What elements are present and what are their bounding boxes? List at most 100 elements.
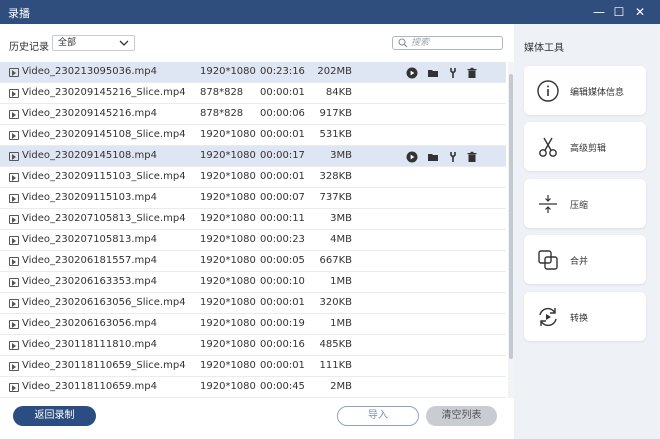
file-size: 111KB <box>319 360 352 371</box>
file-size: 3MB <box>330 213 352 224</box>
table-row[interactable]: Video_230207105813.mp4 1920*1080 00:00:23 4… <box>0 230 506 251</box>
tool-card-convert[interactable]: 转换 <box>524 292 646 341</box>
file-name: Video_230206163353.mp4 <box>22 276 157 287</box>
video-file-icon <box>9 110 19 119</box>
file-resolution: 1920*1080 <box>200 339 256 350</box>
file-size: 2MB <box>330 381 352 392</box>
trash-icon[interactable] <box>466 67 478 79</box>
folder-icon[interactable] <box>427 67 439 79</box>
file-size: 531KB <box>319 129 352 140</box>
table-row[interactable]: Video_230206163353.mp4 1920*1080 00:00:10 1… <box>0 272 506 293</box>
file-list-scrollbar[interactable] <box>508 62 514 398</box>
file-duration: 00:00:11 <box>260 213 305 224</box>
trash-icon[interactable] <box>466 151 478 163</box>
import-button[interactable]: 导入 <box>337 406 419 426</box>
file-duration: 00:00:19 <box>260 318 305 329</box>
filter-dropdown[interactable]: 全部 <box>52 35 135 51</box>
file-resolution: 1920*1080 <box>200 297 256 308</box>
table-row[interactable]: Video_230207105813_Slice.mp4 1920*1080 00:… <box>0 209 506 230</box>
video-file-icon <box>9 215 19 224</box>
file-duration: 00:00:01 <box>260 360 305 371</box>
video-file-icon <box>9 362 19 371</box>
compress-icon <box>539 195 557 213</box>
video-file-icon <box>9 194 19 203</box>
table-row[interactable]: Video_230209145108_Slice.mp4 1920*1080 00:… <box>0 125 506 146</box>
video-file-icon <box>9 173 19 182</box>
search-box[interactable] <box>392 36 503 50</box>
media-tools-title: 媒体工具 <box>524 43 564 54</box>
file-name: Video_230207105813_Slice.mp4 <box>22 213 186 224</box>
file-size: 4MB <box>330 234 352 245</box>
file-resolution: 1920*1080 <box>200 234 256 245</box>
file-resolution: 1920*1080 <box>200 318 256 329</box>
file-resolution: 1920*1080 <box>200 129 256 140</box>
tool-card-advanced-cut[interactable]: 高级剪辑 <box>524 122 646 171</box>
video-file-icon <box>9 341 19 350</box>
folder-icon[interactable] <box>427 151 439 163</box>
video-file-icon <box>9 383 19 392</box>
table-row[interactable]: Video_230206163056_Slice.mp4 1920*1080 00:… <box>0 293 506 314</box>
search-icon <box>398 38 408 48</box>
file-name: Video_230118111810.mp4 <box>22 339 157 350</box>
video-file-icon <box>9 68 19 77</box>
file-name: Video_230209145108.mp4 <box>22 150 157 161</box>
table-row[interactable]: Video_230209145216.mp4 878*828 00:00:06 917… <box>0 104 506 125</box>
clear-list-button[interactable]: 清空列表 <box>426 406 497 426</box>
file-size: 667KB <box>319 255 352 266</box>
scrollbar-thumb[interactable] <box>509 74 513 359</box>
table-row[interactable]: Video_230206181557.mp4 1920*1080 00:00:05 6… <box>0 251 506 272</box>
video-file-icon <box>9 320 19 329</box>
video-file-icon <box>9 257 19 266</box>
maximize-button[interactable]: ☐ <box>610 3 628 21</box>
history-label: 历史记录 <box>9 42 49 53</box>
file-name: Video_230206181557.mp4 <box>22 255 157 266</box>
video-file-icon <box>9 152 19 161</box>
file-resolution: 878*828 <box>200 87 244 98</box>
file-resolution: 1920*1080 <box>200 276 256 287</box>
main-area: 历史记录 全部 Video_230213095036.mp4 1920*1080 0… <box>0 24 660 439</box>
tool-card-media-info[interactable]: 编辑媒体信息 <box>524 66 646 115</box>
video-file-icon <box>9 299 19 308</box>
file-duration: 00:00:10 <box>260 276 305 287</box>
play-icon[interactable] <box>406 151 418 163</box>
table-row[interactable]: Video_230118110659.mp4 1920*1080 00:00:45 2… <box>0 377 506 398</box>
back-to-recording-button[interactable]: 返回录制 <box>13 406 96 426</box>
table-row[interactable]: Video_230118110659_Slice.mp4 1920*1080 00:… <box>0 356 506 377</box>
history-panel: 历史记录 全部 Video_230213095036.mp4 1920*1080 0… <box>0 24 514 439</box>
file-name: Video_230209145216.mp4 <box>22 108 157 119</box>
tool-label: 合并 <box>570 257 589 267</box>
file-size: 1MB <box>330 318 352 329</box>
file-size: 917KB <box>319 108 352 119</box>
table-row[interactable]: Video_230206163056.mp4 1920*1080 00:00:19 1… <box>0 314 506 335</box>
chevron-down-icon <box>119 40 129 46</box>
scissors-icon <box>539 137 557 157</box>
file-duration: 00:00:01 <box>260 171 305 182</box>
file-duration: 00:00:17 <box>260 150 305 161</box>
file-name: Video_230207105813.mp4 <box>22 234 157 245</box>
file-size: 737KB <box>319 192 352 203</box>
tools-icon[interactable] <box>448 67 460 79</box>
file-name: Video_230206163056_Slice.mp4 <box>22 297 186 308</box>
file-name: Video_230118110659.mp4 <box>22 381 157 392</box>
table-row[interactable]: Video_230213095036.mp4 1920*1080 00:23:16 2… <box>0 62 506 83</box>
table-row[interactable]: Video_230118111810.mp4 1920*1080 00:00:16 4… <box>0 335 506 356</box>
file-resolution: 1920*1080 <box>200 381 256 392</box>
file-size: 320KB <box>319 297 352 308</box>
file-name: Video_230206163056.mp4 <box>22 318 157 329</box>
file-name: Video_230209145108_Slice.mp4 <box>22 129 186 140</box>
minimize-button[interactable]: — <box>590 3 608 21</box>
filter-value: 全部 <box>58 38 77 48</box>
table-row[interactable]: Video_230209145216_Slice.mp4 878*828 00:00… <box>0 83 506 104</box>
table-row[interactable]: Video_230209115103_Slice.mp4 1920*1080 00:… <box>0 167 506 188</box>
table-row[interactable]: Video_230209145108.mp4 1920*1080 00:00:17 3… <box>0 146 506 167</box>
file-duration: 00:00:23 <box>260 234 305 245</box>
file-duration: 00:00:45 <box>260 381 305 392</box>
close-button[interactable]: ✕ <box>631 3 649 21</box>
file-duration: 00:00:01 <box>260 87 305 98</box>
tool-card-merge[interactable]: 合并 <box>524 235 646 284</box>
search-input[interactable] <box>411 37 499 49</box>
tool-card-compress[interactable]: 压缩 <box>524 179 646 228</box>
tools-icon[interactable] <box>448 151 460 163</box>
table-row[interactable]: Video_230209115103.mp4 1920*1080 00:00:07 7… <box>0 188 506 209</box>
play-icon[interactable] <box>406 67 418 79</box>
